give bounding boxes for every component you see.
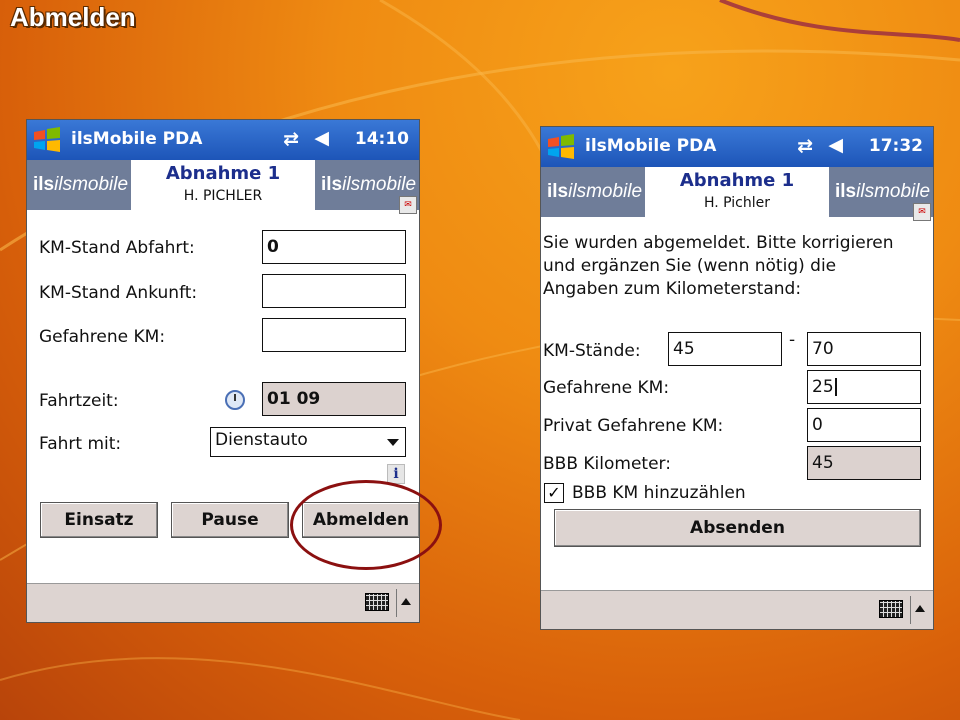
bottom-bar xyxy=(541,590,933,629)
clock-time[interactable]: 14:10 xyxy=(355,129,409,149)
km-abfahrt-input[interactable]: 0 xyxy=(262,230,406,264)
chevron-up-icon[interactable] xyxy=(915,605,925,612)
bbb-km-checkbox-label: BBB KM hinzuzählen xyxy=(572,483,746,503)
km-ankunft-label: KM-Stand Ankunft: xyxy=(39,283,198,303)
fahrzeit-label: Fahrtzeit: xyxy=(39,391,119,411)
windows-logo-icon[interactable] xyxy=(32,126,62,154)
gefahrene-km-label: Gefahrene KM: xyxy=(543,378,670,398)
bbb-km-label: BBB Kilometer: xyxy=(543,454,671,474)
slide-title: Abmelden xyxy=(10,2,136,32)
windows-logo-icon[interactable] xyxy=(546,133,576,161)
clock-time[interactable]: 17:32 xyxy=(869,136,923,156)
text-caret xyxy=(834,378,837,396)
absenden-button[interactable]: Absenden xyxy=(554,509,921,547)
logo-text: ilsmobile xyxy=(342,174,417,195)
km-staende-label: KM-Stände: xyxy=(543,341,641,361)
message-line-1: Sie wurden abgemeldet. Bitte korrigieren xyxy=(543,233,894,253)
clock-icon xyxy=(225,390,245,410)
gefahrene-km-input[interactable] xyxy=(262,318,406,352)
app-title: ilsMobile PDA xyxy=(585,136,717,156)
header-band: ilsilsmobile Abnahme 1 H. Pichler ilsils… xyxy=(541,167,933,217)
pause-button[interactable]: Pause xyxy=(171,502,289,538)
app-title: ilsMobile PDA xyxy=(71,129,203,149)
notification-icon[interactable]: ✉ xyxy=(913,203,931,221)
message-line-3: Angaben zum Kilometerstand: xyxy=(543,279,802,299)
bottom-bar-divider xyxy=(396,589,397,617)
bottom-bar xyxy=(27,583,419,622)
fahrt-mit-selected: Dienstauto xyxy=(215,430,308,450)
volume-icon[interactable]: ◀︎ xyxy=(314,127,329,149)
km-ankunft-input[interactable] xyxy=(262,274,406,308)
privat-km-input[interactable]: 0 xyxy=(807,408,921,442)
einsatz-button[interactable]: Einsatz xyxy=(40,502,158,538)
titlebar: ilsMobile PDA ⇄ ◀︎ 17:32 xyxy=(541,127,933,167)
notification-icon[interactable]: ✉ xyxy=(399,196,417,214)
km-from-input[interactable]: 45 xyxy=(668,332,782,366)
pda-screen-2: ilsMobile PDA ⇄ ◀︎ 17:32 ilsilsmobile Ab… xyxy=(540,126,934,630)
km-range-dash: - xyxy=(789,330,796,350)
logo-text: ilsmobile xyxy=(856,181,931,202)
chevron-down-icon xyxy=(387,439,399,446)
volume-icon[interactable]: ◀︎ xyxy=(828,134,843,156)
message-line-2: und ergänzen Sie (wenn nötig) die xyxy=(543,256,837,276)
connectivity-icon[interactable]: ⇄ xyxy=(283,128,299,150)
info-icon[interactable]: i xyxy=(387,464,405,484)
logout-message: Sie wurden abgemeldet. Bitte korrigieren… xyxy=(543,232,894,301)
gefahrene-km-label: Gefahrene KM: xyxy=(39,327,166,347)
titlebar: ilsMobile PDA ⇄ ◀︎ 14:10 xyxy=(27,120,419,160)
keyboard-icon[interactable] xyxy=(365,593,389,611)
km-abfahrt-label: KM-Stand Abfahrt: xyxy=(39,238,195,258)
connectivity-icon[interactable]: ⇄ xyxy=(797,135,813,157)
gefahrene-km-input[interactable]: 25 xyxy=(807,370,921,404)
bbb-km-field: 45 xyxy=(807,446,921,480)
bbb-km-checkbox[interactable]: ✓ xyxy=(544,483,564,503)
fahrt-mit-select[interactable]: Dienstauto xyxy=(210,427,406,457)
privat-km-label: Privat Gefahrene KM: xyxy=(543,416,724,436)
header-band: ilsilsmobile Abnahme 1 H. PICHLER ilsils… xyxy=(27,160,419,210)
fahrt-mit-label: Fahrt mit: xyxy=(39,434,122,454)
keyboard-icon[interactable] xyxy=(879,600,903,618)
bottom-bar-divider xyxy=(910,596,911,624)
fahrzeit-field: 01 09 xyxy=(262,382,406,416)
km-to-input[interactable]: 70 xyxy=(807,332,921,366)
gefahrene-km-value: 25 xyxy=(812,377,834,397)
highlight-circle xyxy=(290,480,442,570)
chevron-up-icon[interactable] xyxy=(401,598,411,605)
